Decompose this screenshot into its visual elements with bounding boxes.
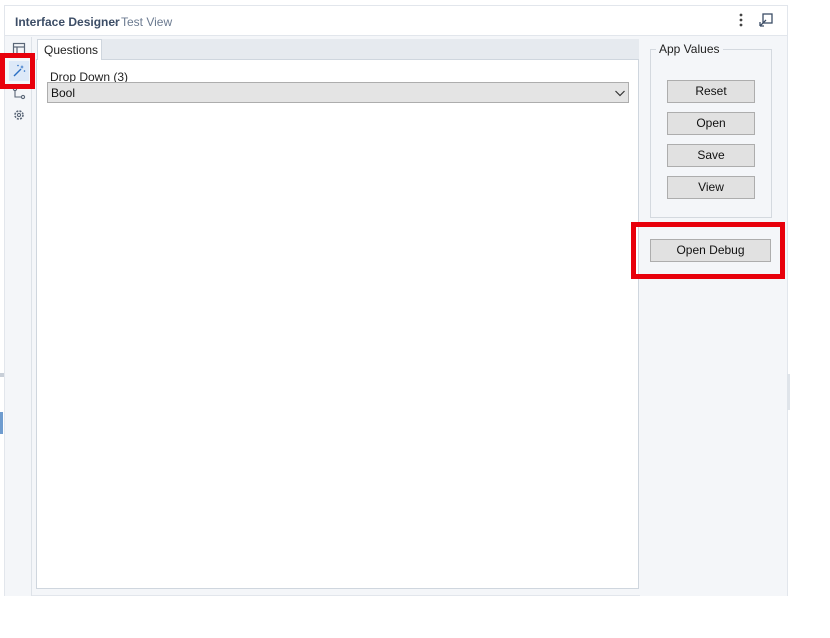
window-title: Interface Designer xyxy=(15,15,120,29)
save-button[interactable]: Save xyxy=(667,144,755,167)
undock-icon[interactable] xyxy=(758,12,774,28)
tab-questions-label: Questions xyxy=(44,43,99,57)
app-values-title: App Values xyxy=(656,42,723,56)
chevron-down-icon[interactable] xyxy=(614,87,626,99)
title-separator: - xyxy=(114,15,118,29)
background-edge xyxy=(0,373,4,377)
tab-strip xyxy=(102,39,639,59)
window-subtitle: Test View xyxy=(121,15,173,29)
view-button[interactable]: View xyxy=(667,176,755,199)
background-edge-right xyxy=(787,374,790,410)
dropdown-value: Bool xyxy=(51,86,76,100)
open-button[interactable]: Open xyxy=(667,112,755,135)
background-edge-accent xyxy=(0,412,3,434)
questions-panel xyxy=(36,59,639,589)
gear-icon[interactable] xyxy=(12,108,26,122)
highlight-box-right xyxy=(631,222,785,279)
more-options-icon[interactable] xyxy=(735,12,747,28)
dropdown-select[interactable] xyxy=(47,82,629,103)
reset-button[interactable]: Reset xyxy=(667,80,755,103)
highlight-box-left xyxy=(0,53,35,89)
